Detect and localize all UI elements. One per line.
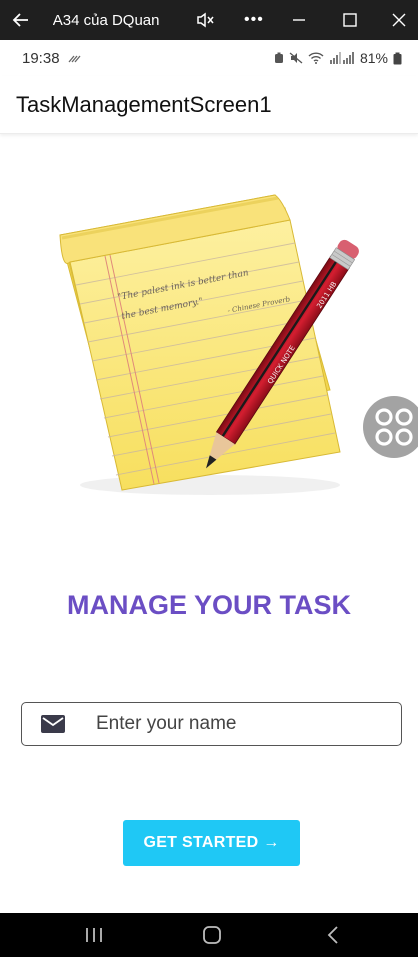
status-bar: 19:38 81%	[0, 40, 418, 76]
recent-apps-icon[interactable]	[69, 913, 119, 957]
status-time: 19:38	[22, 49, 60, 67]
name-field[interactable]	[21, 702, 402, 746]
back-icon[interactable]	[308, 913, 358, 957]
close-icon[interactable]	[379, 0, 418, 40]
name-input[interactable]	[96, 713, 376, 735]
home-icon[interactable]	[187, 913, 237, 957]
window-title: A34 của DQuang	[52, 11, 160, 29]
maximize-icon[interactable]	[330, 0, 369, 40]
battery-saver-icon	[274, 52, 284, 64]
window-title-bar: A34 của DQuang •••	[0, 0, 418, 40]
status-icons: 81%	[274, 50, 402, 66]
floating-assistant-button[interactable]	[363, 396, 418, 458]
more-icon[interactable]: •••	[235, 0, 274, 40]
mute-icon	[289, 52, 303, 64]
get-started-button[interactable]: GET STARTED →	[123, 820, 300, 866]
notification-icon	[68, 53, 82, 63]
battery-icon	[393, 52, 402, 65]
mail-icon	[41, 715, 67, 733]
headline: MANAGE YOUR TASK	[66, 590, 351, 620]
wifi-icon	[308, 52, 324, 64]
volume-mute-icon[interactable]	[186, 0, 225, 40]
grid-icon	[375, 408, 413, 446]
notepad-pencil-illustration: "The palest ink is better than the best …	[59, 194, 359, 495]
page-title: TaskManagementScreen1	[16, 91, 272, 117]
minimize-icon[interactable]	[279, 0, 318, 40]
back-arrow-icon[interactable]	[0, 0, 43, 40]
signal-icon	[329, 52, 355, 64]
app-bar: TaskManagementScreen1	[0, 76, 418, 134]
android-nav-bar	[0, 913, 418, 957]
battery-percent: 81%	[359, 50, 388, 66]
